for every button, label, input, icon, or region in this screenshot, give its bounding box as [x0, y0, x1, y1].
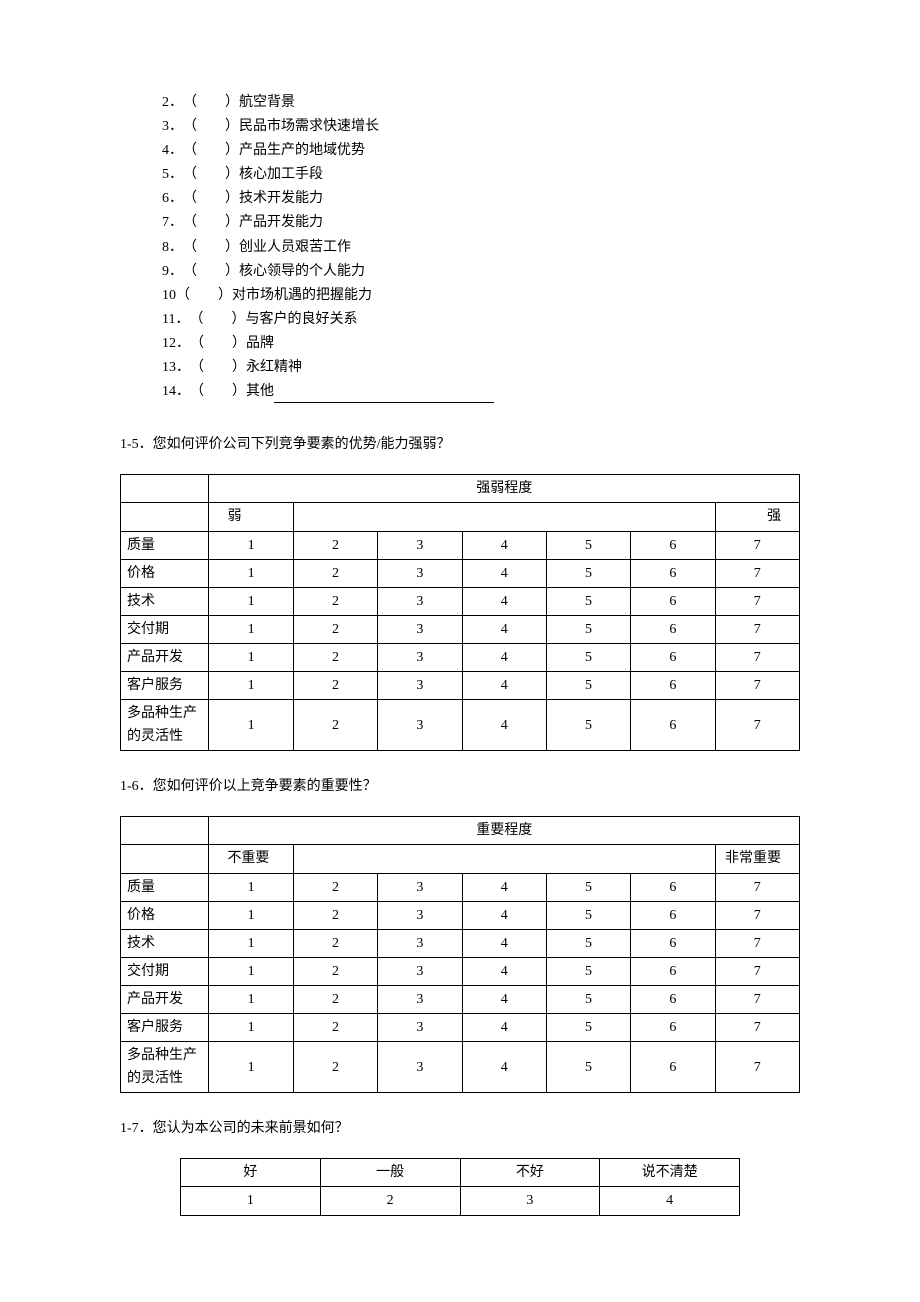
- checklist-item[interactable]: 9．（ ）核心领导的个人能力: [162, 260, 800, 283]
- checklist: 2．（ ）航空背景 3．（ ）民品市场需求快速增长 4．（ ）产品生产的地域优势…: [162, 91, 800, 403]
- checklist-item[interactable]: 7．（ ）产品开发能力: [162, 211, 800, 234]
- table-row[interactable]: 产品开发1234567: [121, 643, 800, 671]
- table-header: 重要程度: [209, 817, 800, 845]
- question-1-5-title: 1-5．您如何评价公司下列竞争要素的优势/能力强弱？: [120, 433, 800, 456]
- table-row[interactable]: 产品开发1234567: [121, 985, 800, 1013]
- table-q5: 强弱程度 弱强 质量1234567 价格1234567 技术1234567 交付…: [120, 474, 800, 751]
- table-row[interactable]: 多品种生产的灵活性1234567: [121, 1042, 800, 1093]
- table-row[interactable]: 质量1234567: [121, 873, 800, 901]
- table-row[interactable]: 价格1234567: [121, 901, 800, 929]
- checklist-item[interactable]: 6．（ ）技术开发能力: [162, 187, 800, 210]
- checklist-item[interactable]: 14．（ ）其他: [162, 380, 800, 403]
- table-row[interactable]: 交付期1234567: [121, 615, 800, 643]
- checklist-item[interactable]: 2．（ ）航空背景: [162, 91, 800, 114]
- checklist-item[interactable]: 4．（ ）产品生产的地域优势: [162, 139, 800, 162]
- question-1-6-title: 1-6．您如何评价以上竞争要素的重要性？: [120, 775, 800, 798]
- table-row[interactable]: 客户服务1234567: [121, 1014, 800, 1042]
- question-1-7-title: 1-7．您认为本公司的未来前景如何？: [120, 1117, 800, 1140]
- checklist-item[interactable]: 11．（ ）与客户的良好关系: [162, 308, 800, 331]
- checklist-item[interactable]: 5．（ ）核心加工手段: [162, 163, 800, 186]
- checklist-item[interactable]: 10（ ）对市场机遇的把握能力: [162, 284, 800, 307]
- other-blank[interactable]: [274, 402, 494, 403]
- table-row[interactable]: 客户服务1234567: [121, 671, 800, 699]
- table-q6: 重要程度 不重要非常重要 质量1234567 价格1234567 技术12345…: [120, 816, 800, 1093]
- checklist-item[interactable]: 13．（ ）永红精神: [162, 356, 800, 379]
- checklist-item[interactable]: 8．（ ）创业人员艰苦工作: [162, 236, 800, 259]
- table-q7: 好 一般 不好 说不清楚 1 2 3 4: [180, 1158, 740, 1215]
- checklist-item[interactable]: 3．（ ）民品市场需求快速增长: [162, 115, 800, 138]
- table-row: 好 一般 不好 说不清楚: [181, 1159, 740, 1187]
- table-row[interactable]: 多品种生产的灵活性1234567: [121, 700, 800, 751]
- table-header: 强弱程度: [209, 475, 800, 503]
- table-row[interactable]: 质量1234567: [121, 531, 800, 559]
- table-row[interactable]: 价格1234567: [121, 559, 800, 587]
- table-row[interactable]: 技术1234567: [121, 587, 800, 615]
- table-row[interactable]: 技术1234567: [121, 929, 800, 957]
- table-row[interactable]: 1 2 3 4: [181, 1187, 740, 1215]
- table-row[interactable]: 交付期1234567: [121, 957, 800, 985]
- checklist-item[interactable]: 12．（ ）品牌: [162, 332, 800, 355]
